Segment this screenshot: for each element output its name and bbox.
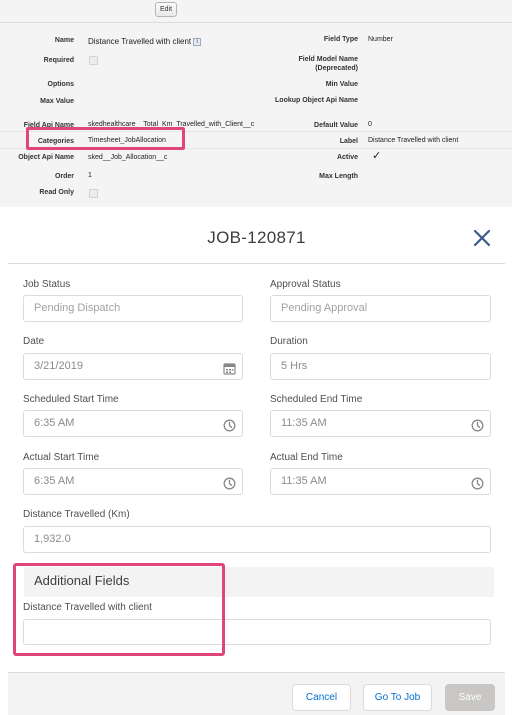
modal-title: JOB-120871: [207, 228, 306, 247]
field-type-value: Number: [368, 36, 393, 43]
active-checkmark-icon: ✓: [372, 150, 382, 162]
required-label: Required: [43, 57, 74, 64]
edit-button[interactable]: Edit: [155, 2, 177, 17]
job-status-label: Job Status: [23, 279, 71, 290]
field-definition-panel: Edit Name Distance Travelled with client…: [0, 0, 512, 207]
go-to-job-button[interactable]: Go To Job: [363, 684, 432, 711]
scheduled-start-field[interactable]: 6:35 AM: [23, 410, 243, 437]
actual-end-field[interactable]: 11:35 AM: [270, 468, 491, 495]
clock-icon[interactable]: [223, 475, 236, 490]
modal-header: JOB-120871: [8, 212, 505, 264]
actual-start-value: 6:35 AM: [34, 475, 75, 487]
modal-body: Job Status Pending Dispatch Approval Sta…: [8, 265, 505, 662]
duration-label: Duration: [270, 336, 308, 347]
cancel-button[interactable]: Cancel: [292, 684, 351, 711]
scheduled-end-field[interactable]: 11:35 AM: [270, 410, 491, 437]
calendar-icon[interactable]: [223, 360, 236, 375]
lookup-object-api-name-label: Lookup Object Api Name: [275, 97, 358, 104]
object-api-name-value: sked__Job_Allocation__c: [88, 154, 168, 161]
actual-start-label: Actual Start Time: [23, 452, 100, 463]
max-length-label: Max Length: [319, 173, 358, 180]
scheduled-end-value: 11:35 AM: [281, 417, 327, 429]
close-icon[interactable]: [471, 227, 493, 249]
date-field[interactable]: 3/21/2019: [23, 353, 243, 380]
distance-label: Distance Travelled (Km): [23, 509, 130, 520]
min-value-label: Min Value: [325, 81, 358, 88]
actual-end-value: 11:35 AM: [281, 475, 327, 487]
clock-icon[interactable]: [223, 417, 236, 432]
field-type-label: Field Type: [323, 36, 358, 43]
job-status-field[interactable]: Pending Dispatch: [23, 295, 243, 322]
max-value-label: Max Value: [40, 98, 74, 105]
actual-end-label: Actual End Time: [270, 452, 343, 463]
scheduled-start-value: 6:35 AM: [34, 417, 75, 429]
label-label: Label: [339, 138, 358, 145]
additional-fields-highlight-box: [13, 563, 225, 656]
default-value-value: 0: [368, 121, 372, 128]
scheduled-end-label: Scheduled End Time: [270, 394, 363, 405]
job-modal: JOB-120871 Job Status Pending Dispatch A…: [8, 212, 505, 715]
approval-status-label: Approval Status: [270, 279, 341, 290]
read-only-label: Read Only: [39, 189, 74, 196]
name-label: Name: [54, 37, 74, 44]
divider: [0, 22, 512, 23]
label-value: Distance Travelled with client: [368, 137, 459, 144]
clock-icon[interactable]: [471, 417, 484, 432]
read-only-checkbox: [89, 189, 98, 198]
field-model-name-label: Field Model Name (Deprecated): [298, 56, 358, 72]
required-checkbox: [89, 56, 98, 65]
clock-icon[interactable]: [471, 475, 484, 490]
scheduled-start-label: Scheduled Start Time: [23, 394, 119, 405]
date-value: 3/21/2019: [34, 360, 83, 372]
approval-status-field[interactable]: Pending Approval: [270, 295, 491, 322]
modal-footer: Cancel Go To Job Save: [8, 672, 505, 715]
name-value-text: Distance Travelled with client: [88, 37, 192, 46]
options-label: Options: [47, 81, 74, 88]
object-api-name-label: Object Api Name: [18, 154, 74, 161]
order-value: 1: [88, 172, 92, 179]
default-value-label: Default Value: [314, 122, 358, 129]
duration-field[interactable]: 5 Hrs: [270, 353, 491, 380]
active-label: Active: [336, 154, 358, 161]
order-label: Order: [54, 173, 74, 180]
distance-field[interactable]: 1,932.0: [23, 526, 491, 553]
info-icon[interactable]: i: [193, 38, 202, 46]
categories-highlight-box: [26, 127, 185, 150]
date-label: Date: [23, 336, 45, 347]
actual-start-field[interactable]: 6:35 AM: [23, 468, 243, 495]
save-button[interactable]: Save: [445, 684, 495, 711]
name-value: Distance Travelled with client i: [88, 37, 202, 46]
